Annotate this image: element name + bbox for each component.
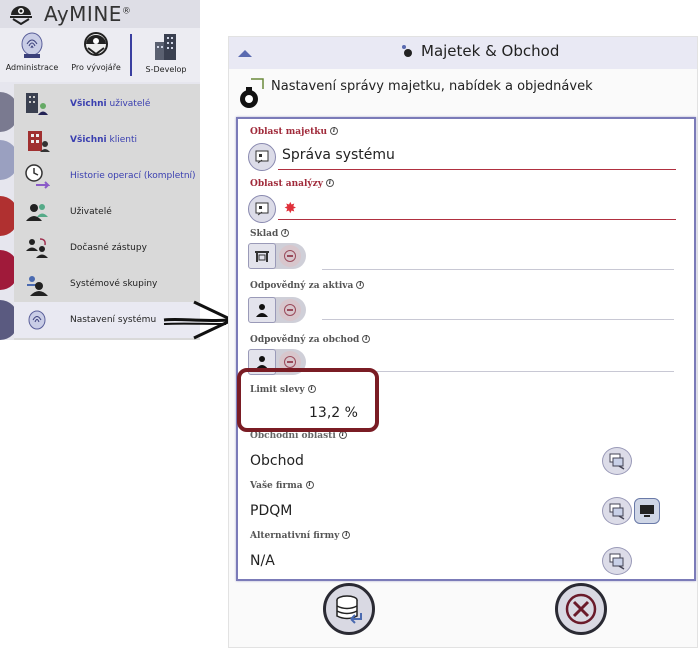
toolbar-label: S-Develop <box>145 65 187 74</box>
info-icon[interactable]: i <box>362 335 371 343</box>
menu-item-vsichni-uzivatele[interactable]: Všichni uživatelé <box>14 86 200 122</box>
person-icon <box>256 304 268 317</box>
users-icon <box>26 204 48 221</box>
toolbar-label: Pro vývojáře <box>71 63 121 72</box>
clear-button[interactable] <box>279 245 301 267</box>
person-icon <box>256 356 268 369</box>
oblast-analyzy-label: Oblast analýzy i <box>250 179 334 189</box>
panel-header: Majetek & Obchod <box>229 37 697 69</box>
minus-icon <box>284 304 296 316</box>
toolbar-administrace[interactable]: Administrace <box>0 28 64 82</box>
history-clock-icon <box>25 164 50 189</box>
info-icon[interactable]: i <box>330 127 339 135</box>
cancel-x-icon <box>565 593 597 625</box>
info-icon[interactable]: i <box>281 229 290 237</box>
menu-item-vsichni-klienti[interactable]: Všichni klienti <box>14 122 200 158</box>
minus-icon <box>284 356 296 368</box>
oblast-majetku-value[interactable]: Správa systému <box>282 147 395 163</box>
toolbar-pro-vyvojare[interactable]: Pro vývojáře <box>64 28 128 82</box>
alternativni-firmy-select-button[interactable] <box>602 547 632 575</box>
warehouse-icon <box>255 251 269 262</box>
select-list-icon <box>609 503 625 520</box>
money-bag-icon <box>402 45 412 57</box>
vase-firma-select-button[interactable] <box>602 497 632 525</box>
field-underline <box>322 319 674 320</box>
info-icon[interactable]: i <box>338 431 347 439</box>
menu-item-systemove-skupiny[interactable]: Systémové skupiny <box>14 266 200 302</box>
odpovedny-obchod-label: Odpovědný za obchod i <box>250 335 371 345</box>
settings-panel: Majetek & Obchod Nastavení správy majetk… <box>228 36 698 648</box>
sklad-label: Sklad i <box>250 229 290 239</box>
obchodni-oblasti-value: Obchod <box>250 453 304 469</box>
alternativni-firmy-value: N/A <box>250 553 275 569</box>
menu-item-historie-operaci[interactable]: Historie operací (kompletní) <box>14 158 200 194</box>
toolbar-label: Administrace <box>5 63 59 72</box>
limit-slevy-highlight <box>237 368 379 432</box>
panel-title: Majetek & Obchod <box>421 42 560 60</box>
collapse-triangle-icon[interactable] <box>237 48 253 58</box>
red-building-icon <box>28 131 50 152</box>
monitor-icon <box>640 505 654 517</box>
field-underline <box>322 269 674 270</box>
app-header: AyMINE® <box>0 0 200 28</box>
building-icon <box>155 34 176 60</box>
select-list-icon <box>609 553 625 570</box>
asset-bag-icon <box>240 78 264 108</box>
oblast-majetku-picker-button[interactable] <box>248 143 276 171</box>
sklad-selector[interactable] <box>248 243 306 269</box>
panel-subtitle: Nastavení správy majetku, nabídek a obje… <box>271 79 593 94</box>
toolbar-separator <box>130 34 132 76</box>
oblast-analyzy-picker-button[interactable] <box>248 195 276 223</box>
logo-icon <box>10 6 32 25</box>
warehouse-button[interactable] <box>248 243 276 269</box>
odpovedny-aktiva-selector[interactable] <box>248 297 306 323</box>
info-icon[interactable]: i <box>325 179 334 187</box>
select-list-icon <box>609 453 625 470</box>
alternativni-firmy-label: Alternativní firmy i <box>250 531 351 541</box>
panel-subheader: Nastavení správy majetku, nabídek a obje… <box>237 77 593 109</box>
save-database-button[interactable] <box>323 583 375 635</box>
settings-fingerprint-icon <box>28 310 46 330</box>
field-underline <box>278 219 676 220</box>
odpovedny-aktiva-label: Odpovědný za aktiva i <box>250 281 365 291</box>
menu-item-docasne-zastupy[interactable]: Dočasné zástupy <box>14 230 200 266</box>
vase-firma-detail-button[interactable] <box>634 498 660 524</box>
building-users-icon <box>26 93 48 115</box>
database-save-icon <box>336 595 362 624</box>
person-button[interactable] <box>248 297 276 323</box>
picker-icon <box>255 202 269 216</box>
pointer-arrow-icon <box>163 300 236 340</box>
vase-firma-value: PDQM <box>250 503 293 519</box>
app-title: AyMINE® <box>44 2 132 26</box>
info-icon[interactable]: i <box>305 481 314 489</box>
picker-icon <box>255 150 269 164</box>
info-icon[interactable]: i <box>342 531 351 539</box>
toolbar-s-develop[interactable]: S-Develop <box>134 28 198 82</box>
vase-firma-label: Vaše firma i <box>250 481 314 491</box>
clear-button[interactable] <box>279 299 301 321</box>
fingerprint-icon <box>21 32 43 58</box>
gear-helmet-icon <box>84 32 108 56</box>
substitute-users-icon <box>26 238 48 258</box>
system-group-icon <box>27 276 48 296</box>
menu-item-uzivatele[interactable]: Uživatelé <box>14 194 200 230</box>
info-icon[interactable]: i <box>356 281 365 289</box>
required-star-icon[interactable]: ✸ <box>284 199 297 217</box>
field-underline <box>278 169 676 170</box>
settings-form: Oblast majetku i Správa systému Oblast an… <box>236 117 696 581</box>
main-toolbar: Administrace Pro vývojáře S-Develop <box>0 28 200 82</box>
app-window: AyMINE® Administrace Pro vývojáře S-Deve… <box>0 0 200 340</box>
obchodni-oblasti-label: Obchodní oblasti i <box>250 431 347 441</box>
obchodni-oblasti-select-button[interactable] <box>602 447 632 475</box>
cancel-button[interactable] <box>555 583 607 635</box>
oblast-majetku-label: Oblast majetku i <box>250 127 339 137</box>
minus-icon <box>284 250 296 262</box>
